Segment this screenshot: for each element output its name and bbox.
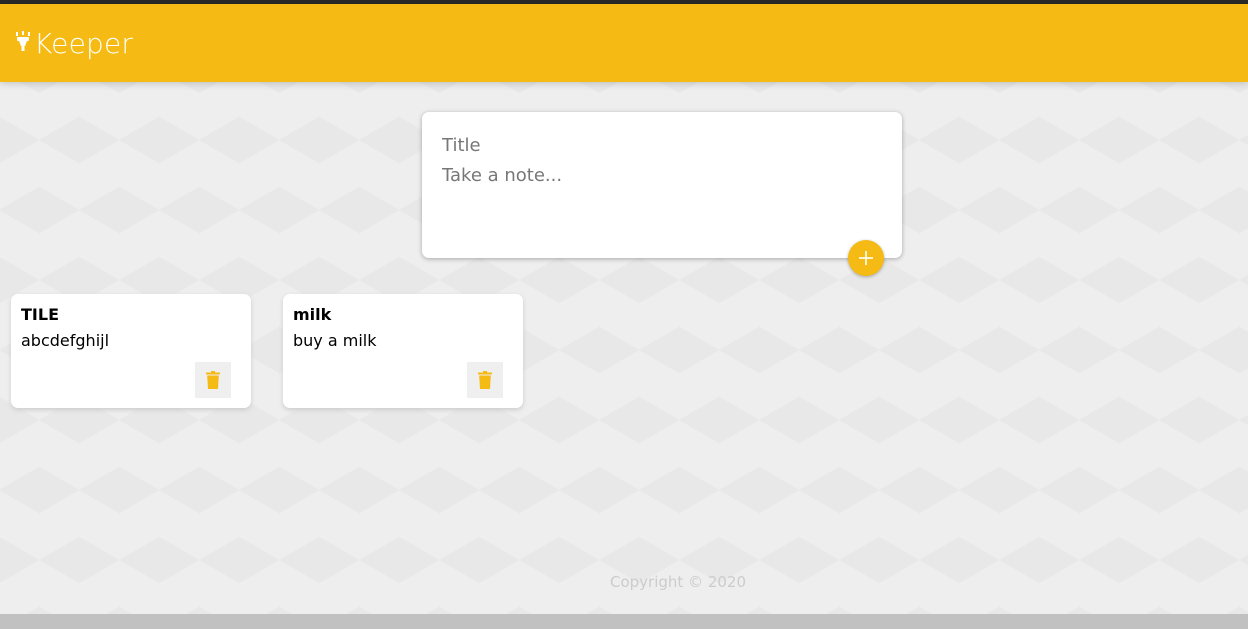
copyright-text: Copyright © 2020 (609, 573, 746, 591)
note-content: buy a milk (293, 331, 377, 350)
note-content-input[interactable] (442, 165, 882, 225)
note-title: milk (293, 305, 332, 324)
app-title: Keeper (34, 26, 134, 60)
note-title: TILE (21, 305, 59, 324)
trash-icon (206, 371, 220, 389)
app-header: Keeper (0, 4, 1248, 82)
add-note-button[interactable] (848, 240, 884, 276)
delete-note-button[interactable] (467, 362, 503, 398)
note-card: TILE abcdefghijl (11, 294, 251, 408)
page-footer: Copyright © 2020 (0, 573, 1248, 591)
note-title-input[interactable] (442, 133, 882, 157)
plus-icon (859, 251, 873, 265)
delete-note-button[interactable] (195, 362, 231, 398)
highlighter-icon (16, 31, 30, 51)
note-content: abcdefghijl (21, 331, 110, 350)
trash-icon (478, 371, 492, 389)
note-card: milk buy a milk (283, 294, 523, 408)
horizontal-scrollbar[interactable] (0, 614, 1248, 629)
app-logo: Keeper (14, 27, 133, 60)
create-note-form (422, 112, 902, 276)
